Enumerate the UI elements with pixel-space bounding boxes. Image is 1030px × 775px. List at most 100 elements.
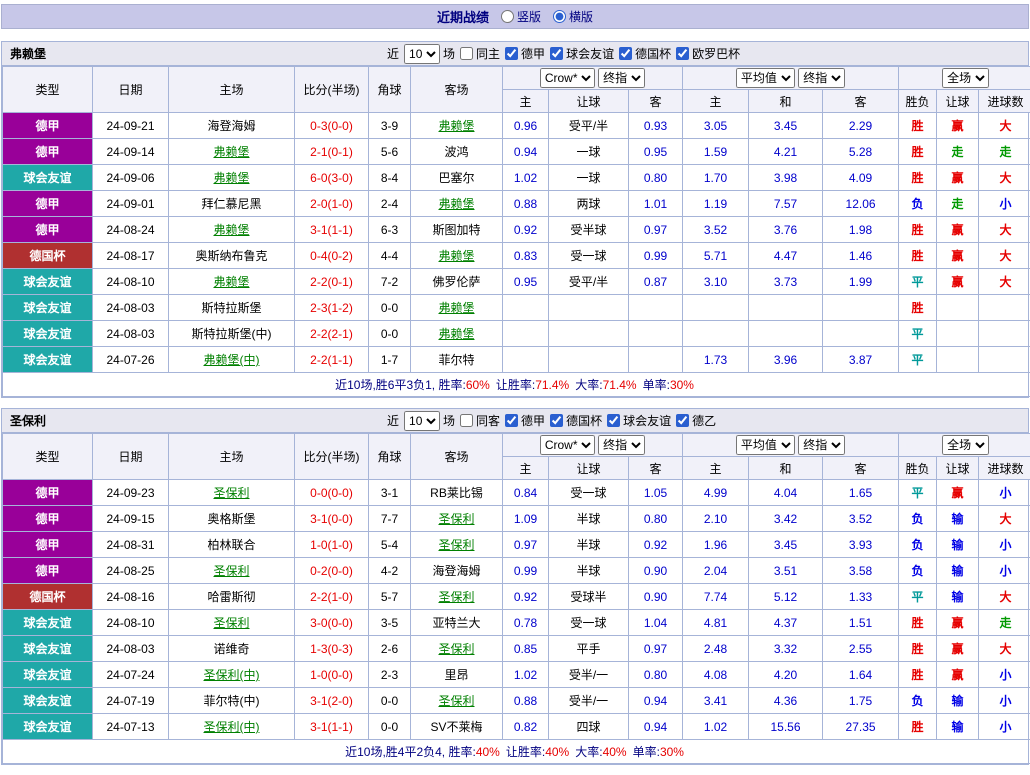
home-team[interactable]: 诺维奇 bbox=[169, 636, 295, 662]
league-checkbox[interactable] bbox=[505, 47, 518, 60]
result-mark: 平 bbox=[899, 269, 937, 295]
match-count-select[interactable]: 10 bbox=[404, 411, 440, 431]
home-team[interactable]: 拜仁慕尼黑 bbox=[169, 191, 295, 217]
away-team[interactable]: 里昂 bbox=[411, 662, 503, 688]
match-date: 24-08-10 bbox=[93, 610, 169, 636]
away-team[interactable]: SV不莱梅 bbox=[411, 714, 503, 740]
home-team[interactable]: 圣保利 bbox=[169, 610, 295, 636]
home-team[interactable]: 弗赖堡(中) bbox=[169, 347, 295, 373]
league-checkbox[interactable] bbox=[676, 47, 689, 60]
away-team[interactable]: 弗赖堡 bbox=[411, 243, 503, 269]
euro-draw-odds: 3.45 bbox=[749, 113, 823, 139]
asian-time-select[interactable]: 终指 bbox=[598, 435, 645, 455]
euro-time-select[interactable]: 终指 bbox=[798, 435, 845, 455]
col-header-goals-result: 进球数 bbox=[979, 90, 1030, 113]
home-team[interactable]: 弗赖堡 bbox=[169, 139, 295, 165]
league-checkbox[interactable] bbox=[676, 414, 689, 427]
same-venue-checkbox[interactable] bbox=[460, 47, 473, 60]
home-team[interactable]: 奥格斯堡 bbox=[169, 506, 295, 532]
match-row: 球会友谊24-07-19菲尔特(中)3-1(2-0)0-0圣保利0.88受半/一… bbox=[3, 688, 1030, 714]
away-team[interactable]: 亚特兰大 bbox=[411, 610, 503, 636]
selectors-row: 类型 日期 主场 比分(半场) 角球 客场 Crow* 终指 平均值 终指 全场 bbox=[3, 434, 1030, 457]
league-checkbox[interactable] bbox=[607, 414, 620, 427]
match-count-select[interactable]: 10 bbox=[404, 44, 440, 64]
league-checkbox[interactable] bbox=[550, 47, 563, 60]
handicap-result-mark: 赢 bbox=[937, 113, 979, 139]
away-team[interactable]: 海登海姆 bbox=[411, 558, 503, 584]
home-team[interactable]: 圣保利 bbox=[169, 558, 295, 584]
euro-draw-odds: 7.57 bbox=[749, 191, 823, 217]
asian-company-select[interactable]: Crow* bbox=[540, 435, 595, 455]
home-team[interactable]: 弗赖堡 bbox=[169, 269, 295, 295]
scope-select[interactable]: 全场 bbox=[942, 68, 989, 88]
scope-select[interactable]: 全场 bbox=[942, 435, 989, 455]
away-team[interactable]: 圣保利 bbox=[411, 636, 503, 662]
away-team[interactable]: 圣保利 bbox=[411, 688, 503, 714]
filter-bar: 近 10 场 同客 德甲 德国杯 球会友谊 德乙 bbox=[387, 411, 718, 431]
match-date: 24-07-26 bbox=[93, 347, 169, 373]
layout-vertical-option[interactable]: 竖版 bbox=[501, 8, 541, 25]
col-header-handicap-result: 让球 bbox=[937, 457, 979, 480]
home-team[interactable]: 柏林联合 bbox=[169, 532, 295, 558]
away-team[interactable]: 巴塞尔 bbox=[411, 165, 503, 191]
home-team[interactable]: 圣保利 bbox=[169, 480, 295, 506]
vertical-layout-radio[interactable] bbox=[501, 10, 514, 23]
asian-time-select[interactable]: 终指 bbox=[598, 68, 645, 88]
horizontal-layout-radio[interactable] bbox=[553, 10, 566, 23]
away-team[interactable]: 菲尔特 bbox=[411, 347, 503, 373]
home-team[interactable]: 弗赖堡 bbox=[169, 165, 295, 191]
match-date: 24-09-14 bbox=[93, 139, 169, 165]
handicap-result-mark: 赢 bbox=[937, 636, 979, 662]
away-team[interactable]: 弗赖堡 bbox=[411, 191, 503, 217]
handicap-result-mark bbox=[937, 321, 979, 347]
summary-stat-value: 71.4% bbox=[535, 378, 569, 392]
col-header-date: 日期 bbox=[93, 434, 169, 480]
match-row: 球会友谊24-08-10圣保利3-0(0-0)3-5亚特兰大0.78受一球1.0… bbox=[3, 610, 1030, 636]
handicap-result-mark: 赢 bbox=[937, 243, 979, 269]
asian-company-select[interactable]: Crow* bbox=[540, 68, 595, 88]
match-date: 24-07-24 bbox=[93, 662, 169, 688]
asian-home-odds: 0.88 bbox=[503, 688, 549, 714]
euro-time-select[interactable]: 终指 bbox=[798, 68, 845, 88]
handicap-result-mark: 输 bbox=[937, 688, 979, 714]
league-checkbox[interactable] bbox=[505, 414, 518, 427]
home-team[interactable]: 斯特拉斯堡 bbox=[169, 295, 295, 321]
league-checkbox[interactable] bbox=[619, 47, 632, 60]
home-team[interactable]: 菲尔特(中) bbox=[169, 688, 295, 714]
away-team[interactable]: 弗赖堡 bbox=[411, 113, 503, 139]
euro-odds-selectors: 平均值 终指 bbox=[683, 434, 899, 457]
home-team[interactable]: 海登海姆 bbox=[169, 113, 295, 139]
recent-results-table-freiburg: 类型 日期 主场 比分(半场) 角球 客场 Crow* 终指 平均值 终指 全场 bbox=[2, 66, 1030, 397]
away-team[interactable]: 圣保利 bbox=[411, 532, 503, 558]
same-venue-checkbox[interactable] bbox=[460, 414, 473, 427]
away-team[interactable]: 弗赖堡 bbox=[411, 295, 503, 321]
home-team[interactable]: 斯特拉斯堡(中) bbox=[169, 321, 295, 347]
match-type-badge: 德甲 bbox=[3, 506, 93, 532]
home-team[interactable]: 圣保利(中) bbox=[169, 662, 295, 688]
away-team[interactable]: RB莱比锡 bbox=[411, 480, 503, 506]
away-team[interactable]: 圣保利 bbox=[411, 506, 503, 532]
summary-text: 近10场,胜6平3负1, 胜率:60%让胜率:71.4%大率:71.4%单率:3… bbox=[3, 373, 1030, 397]
away-team[interactable]: 圣保利 bbox=[411, 584, 503, 610]
league-checkbox[interactable] bbox=[550, 414, 563, 427]
away-team[interactable]: 佛罗伦萨 bbox=[411, 269, 503, 295]
home-team[interactable]: 哈雷斯彻 bbox=[169, 584, 295, 610]
euro-away-odds: 2.55 bbox=[823, 636, 899, 662]
score: 1-3(0-3) bbox=[295, 636, 369, 662]
euro-company-select[interactable]: 平均值 bbox=[736, 435, 795, 455]
away-team[interactable]: 弗赖堡 bbox=[411, 321, 503, 347]
away-team[interactable]: 波鸿 bbox=[411, 139, 503, 165]
euro-away-odds: 1.64 bbox=[823, 662, 899, 688]
summary-stat-value: 40% bbox=[476, 745, 500, 759]
asian-away-odds: 0.80 bbox=[629, 165, 683, 191]
euro-away-odds bbox=[823, 295, 899, 321]
away-team[interactable]: 斯图加特 bbox=[411, 217, 503, 243]
euro-company-select[interactable]: 平均值 bbox=[736, 68, 795, 88]
result-mark: 胜 bbox=[899, 636, 937, 662]
euro-home-odds bbox=[683, 295, 749, 321]
layout-horizontal-option[interactable]: 横版 bbox=[553, 8, 593, 25]
home-team[interactable]: 奥斯纳布鲁克 bbox=[169, 243, 295, 269]
corner-score: 0-0 bbox=[369, 295, 411, 321]
home-team[interactable]: 弗赖堡 bbox=[169, 217, 295, 243]
home-team[interactable]: 圣保利(中) bbox=[169, 714, 295, 740]
